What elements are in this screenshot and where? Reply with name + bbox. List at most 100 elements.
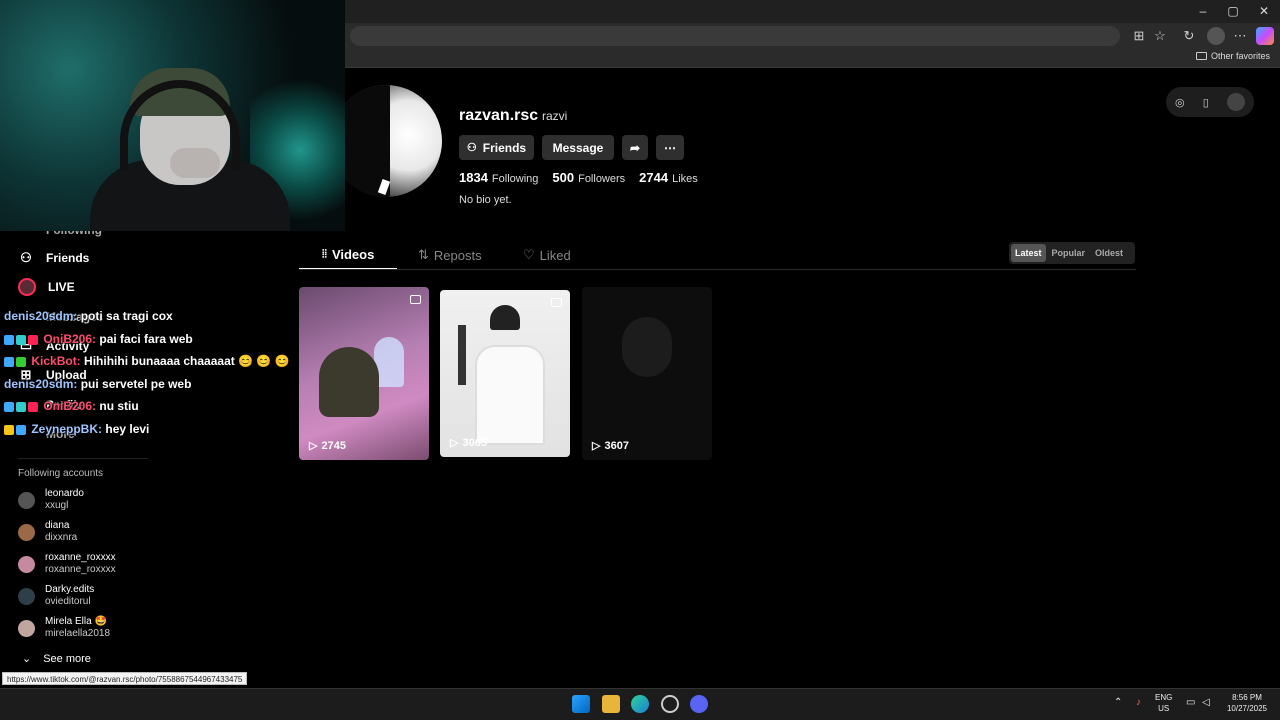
likes-stat: 2744 Likes	[639, 170, 698, 185]
badge-icon	[16, 424, 26, 435]
see-more-button[interactable]: ⌄ See more	[22, 652, 91, 666]
sidebar-item-live[interactable]: LIVE	[18, 278, 75, 296]
badge-icon	[4, 356, 14, 367]
favorites-bar: Other favorites	[345, 48, 1280, 68]
tab-reposts-label: Reposts	[433, 247, 482, 263]
apps-icon[interactable]: ⊞	[1130, 27, 1148, 45]
chat-message: denis20sdm: poti sa tragi cox	[4, 309, 173, 323]
play-icon: ▷	[592, 440, 601, 452]
friends-button-label: Friends	[482, 140, 527, 155]
sort-popular[interactable]: Popular	[1048, 244, 1090, 262]
following-account[interactable]: roxanne_roxxxx roxanne_roxxxx	[18, 552, 116, 576]
play-icon: ▷	[450, 437, 459, 449]
tab-reposts[interactable]: ⇅ Reposts	[418, 247, 482, 263]
network-icon[interactable]: ▭	[1186, 697, 1195, 708]
volume-icon[interactable]: ◁	[1202, 697, 1210, 708]
chat-message: KickBot: Hihihihi bunaaaa chaaaaat 😊 😊 😊	[4, 354, 290, 368]
tab-videos[interactable]: ⦙⦙ Videos	[322, 247, 374, 262]
following-account[interactable]: leonardo xxugl	[18, 488, 84, 512]
badge-icon	[28, 334, 38, 345]
chevron-down-icon: ⌄	[22, 653, 32, 665]
profile-avatar[interactable]	[330, 85, 442, 197]
avatar	[18, 523, 35, 541]
tab-liked[interactable]: ♡ Liked	[523, 247, 571, 263]
friends-button[interactable]: ⚇ Friends	[459, 135, 534, 160]
tab-liked-label: Liked	[539, 247, 571, 263]
view-count: ▷ 2745	[309, 439, 346, 453]
other-favorites[interactable]: Other favorites	[1195, 51, 1270, 61]
minimize-button[interactable]: –	[1188, 3, 1218, 19]
sort-latest[interactable]: Latest	[1011, 244, 1046, 262]
following-account[interactable]: Mirela Ella 🤩 mirelaella2018	[18, 616, 110, 640]
folder-icon	[1195, 52, 1207, 60]
see-more-label: See more	[43, 652, 91, 665]
sidebar-divider	[18, 458, 148, 459]
share-button[interactable]: ➦	[622, 135, 648, 160]
photo-carousel-icon	[551, 298, 562, 307]
badge-icon	[16, 356, 26, 367]
tray-chevron-icon[interactable]: ⌃	[1114, 697, 1122, 708]
edge-icon[interactable]	[631, 695, 649, 713]
video-thumbnail[interactable]: ▷ 3065	[440, 290, 570, 457]
sidebar-label: Friends	[46, 251, 90, 265]
view-count: ▷ 3065	[450, 436, 487, 450]
tools-pill: ◎ ▯	[1166, 87, 1254, 117]
following-account[interactable]: Darky.edits ovieditorul	[18, 584, 94, 608]
copilot-icon[interactable]	[1256, 27, 1274, 45]
sidebar-item-friends[interactable]: ⚇ Friends	[18, 250, 89, 266]
clock[interactable]: 8:56 PM 10/27/2025	[1222, 692, 1272, 714]
file-explorer-icon[interactable]	[602, 695, 620, 713]
friends-icon: ⚇	[20, 250, 32, 265]
chat-message: denis20sdm: pui servetel pe web	[4, 377, 192, 391]
obs-icon[interactable]	[661, 695, 679, 713]
video-thumbnail[interactable]: ▷ 2745	[299, 287, 429, 460]
language-indicator[interactable]: ENG US	[1155, 692, 1172, 714]
badge-icon	[16, 401, 26, 412]
more-options-button[interactable]: ⋯	[656, 135, 684, 160]
restore-button[interactable]: ▢	[1218, 3, 1248, 19]
url-field[interactable]	[350, 26, 1120, 46]
refresh-icon[interactable]: ↻	[1180, 27, 1198, 45]
message-button[interactable]: Message	[542, 135, 614, 160]
following-accounts-header: Following accounts	[18, 468, 104, 479]
grid-icon: ⦙⦙	[322, 248, 327, 260]
close-button[interactable]: ✕	[1249, 3, 1279, 19]
followers-stat[interactable]: 500 Followers	[552, 170, 625, 185]
other-favorites-label: Other favorites	[1210, 51, 1270, 61]
avatar	[18, 587, 35, 605]
share-icon: ➦	[629, 140, 641, 155]
crown-badge-icon	[4, 424, 14, 435]
repost-icon: ⇅	[418, 247, 429, 262]
webcam-overlay	[0, 0, 345, 231]
tabs-divider	[299, 269, 1136, 270]
live-icon	[18, 278, 36, 296]
profile-username: razvan.rsc	[459, 107, 539, 124]
profile-bio: No bio yet.	[459, 194, 512, 206]
discord-icon[interactable]	[690, 695, 708, 713]
favorite-star-icon[interactable]: ☆	[1151, 27, 1169, 45]
tab-videos-label: Videos	[331, 247, 375, 262]
profile-nickname: razvi	[542, 109, 568, 123]
chat-message: ZeyneppBK: hey levi	[4, 422, 149, 436]
phone-icon[interactable]: ▯	[1203, 96, 1209, 109]
start-icon[interactable]	[572, 695, 590, 713]
microphone-icon[interactable]: ♪	[1136, 697, 1141, 708]
heart-icon: ♡	[523, 247, 535, 262]
more-menu-icon[interactable]: ⋯	[1231, 27, 1249, 45]
user-avatar-icon[interactable]	[1226, 93, 1245, 111]
badge-icon	[16, 334, 26, 345]
badge-icon	[4, 401, 14, 412]
message-button-label: Message	[552, 140, 604, 155]
avatar	[18, 491, 35, 509]
sort-toggle: Latest Popular Oldest	[1009, 242, 1135, 264]
badge-icon	[28, 401, 38, 412]
play-icon: ▷	[309, 440, 318, 452]
following-account[interactable]: diana dixxnra	[18, 520, 77, 544]
sort-oldest[interactable]: Oldest	[1091, 244, 1127, 262]
profile-avatar-icon[interactable]	[1207, 27, 1225, 45]
video-thumbnail[interactable]: ▷ 3607	[582, 287, 712, 460]
compass-icon[interactable]: ◎	[1175, 96, 1185, 109]
following-stat[interactable]: 1834 Following	[459, 170, 538, 185]
badge-icon	[4, 334, 14, 345]
chat-message: OniB206: pai faci fara web	[4, 332, 193, 346]
